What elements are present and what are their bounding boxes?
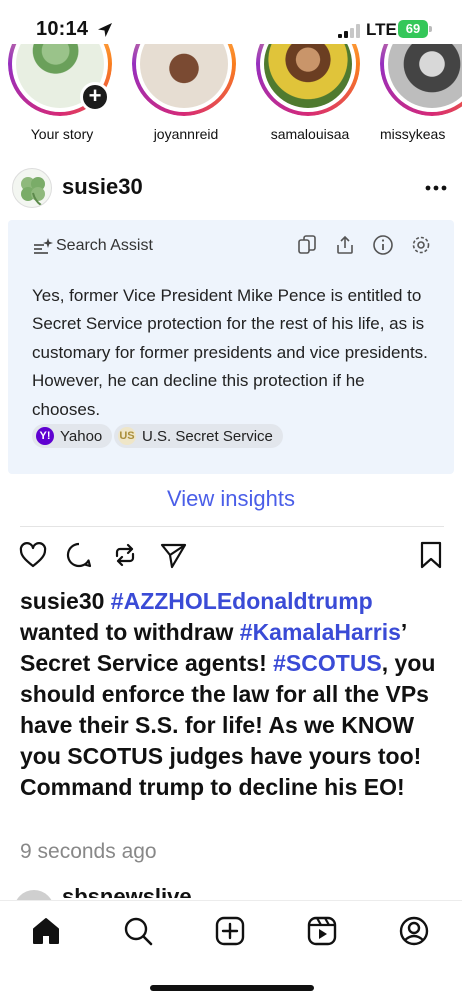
send-icon[interactable] bbox=[158, 540, 188, 570]
network-type: LTE bbox=[366, 20, 397, 39]
create-post-icon[interactable] bbox=[214, 915, 246, 947]
heart-icon[interactable] bbox=[18, 540, 48, 570]
reels-icon[interactable] bbox=[306, 915, 338, 947]
avatar[interactable] bbox=[14, 890, 54, 900]
post-timestamp: 9 seconds ago bbox=[20, 840, 157, 863]
avatar bbox=[140, 44, 228, 108]
assist-answer-text: Yes, former Vice President Mike Pence is… bbox=[32, 286, 428, 419]
next-post-username[interactable]: sbsnewslive bbox=[62, 884, 192, 898]
hashtag[interactable]: #SCOTUS bbox=[273, 650, 382, 676]
battery-icon: 69 bbox=[398, 20, 432, 38]
cellular-signal-icon bbox=[338, 24, 360, 38]
secret-service-logo-icon: US bbox=[118, 427, 136, 445]
assist-title: Search Assist bbox=[56, 237, 153, 254]
info-icon bbox=[373, 235, 393, 255]
search-assist-card: Search Assist Yes, former Vice President… bbox=[8, 220, 454, 474]
sparkle-list-icon bbox=[34, 238, 53, 254]
hashtag[interactable]: #KamalaHarris bbox=[240, 619, 401, 645]
caption-username[interactable]: susie30 bbox=[20, 588, 104, 614]
comment-icon[interactable] bbox=[64, 540, 94, 570]
yahoo-logo-icon: Y! bbox=[36, 427, 54, 445]
add-story-icon[interactable]: + bbox=[80, 82, 110, 112]
bottom-nav bbox=[0, 900, 462, 1000]
battery-level: 69 bbox=[405, 21, 421, 36]
bookmark-icon[interactable] bbox=[416, 540, 446, 570]
story-name: missykeas bbox=[380, 126, 446, 142]
post-username[interactable]: susie30 bbox=[62, 174, 143, 200]
post-actions bbox=[0, 540, 462, 572]
view-insights-link[interactable]: View insights bbox=[0, 486, 462, 512]
avatar[interactable] bbox=[12, 168, 52, 208]
source-chip-yahoo: Y! Yahoo bbox=[32, 424, 113, 448]
gear-icon bbox=[412, 236, 430, 254]
home-indicator bbox=[150, 985, 314, 991]
post-header: susie30 bbox=[0, 166, 462, 212]
clover-icon bbox=[21, 177, 45, 206]
hashtag[interactable]: #AZZHOLEdonaldtrump bbox=[111, 588, 373, 614]
copy-icon bbox=[298, 235, 316, 254]
avatar bbox=[264, 44, 352, 108]
story-name: joyannreid bbox=[153, 126, 219, 142]
repost-icon[interactable] bbox=[110, 540, 140, 570]
search-icon[interactable] bbox=[122, 915, 154, 947]
post-caption: susie30 #AZZHOLEdonaldtrump wanted to wi… bbox=[20, 586, 452, 803]
profile-icon[interactable] bbox=[398, 915, 430, 947]
share-icon bbox=[337, 235, 353, 254]
source-label: Yahoo bbox=[60, 427, 103, 445]
story-name: samalouisaa bbox=[270, 126, 350, 142]
stories-tray: + Your story joyannreid samalouisaa miss… bbox=[0, 44, 462, 150]
caption-text: wanted to withdraw bbox=[20, 619, 240, 645]
more-options-icon[interactable] bbox=[422, 180, 450, 196]
story-name: Your story bbox=[30, 126, 94, 142]
avatar bbox=[388, 44, 462, 108]
source-chip-secret-service: US U.S. Secret Service bbox=[114, 424, 283, 448]
source-label: U.S. Secret Service bbox=[142, 427, 273, 445]
divider bbox=[20, 526, 444, 527]
status-time: 10:14 bbox=[36, 18, 89, 40]
home-icon[interactable] bbox=[30, 915, 62, 947]
location-arrow-icon bbox=[98, 23, 112, 37]
